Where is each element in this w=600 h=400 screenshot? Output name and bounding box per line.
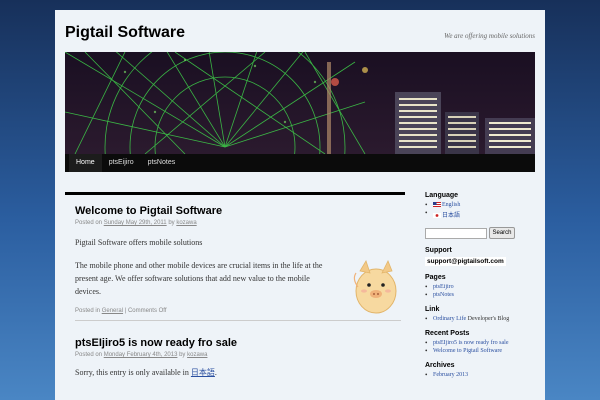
pages-item[interactable]: ptsEijiro xyxy=(425,283,540,291)
widget-title: Recent Posts xyxy=(425,330,470,337)
link-note: Developer's Blog xyxy=(467,316,510,322)
page-container: Pigtail Software We are offering mobile … xyxy=(55,10,545,400)
link-widget: Link Ordinary Life Developer's Blog xyxy=(425,306,540,323)
support-widget: Support support@pigtailsoft.com xyxy=(425,247,540,266)
posted-on-label: Posted on xyxy=(75,352,103,358)
language-item-english[interactable]: English xyxy=(425,201,540,209)
archive-link[interactable]: February 2013 xyxy=(433,372,468,378)
post-body: Sorry, this entry is only available in 日… xyxy=(75,366,330,379)
blog-link[interactable]: Ordinary Life xyxy=(433,316,466,322)
comments-status: Comments Off xyxy=(127,308,167,314)
language-link[interactable]: 日本語 xyxy=(442,213,460,219)
pig-mascot-image xyxy=(350,257,400,322)
post-title[interactable]: Welcome to Pigtail Software xyxy=(75,205,405,217)
post-meta: Posted on Monday February 4th, 2013 by k… xyxy=(75,352,405,358)
by-label: by xyxy=(168,220,175,226)
japanese-link[interactable]: 日本語 xyxy=(191,368,215,377)
post-date-link[interactable]: Sunday May 29th, 2011 xyxy=(104,220,167,226)
search-input[interactable] xyxy=(425,227,487,239)
by-label: by xyxy=(179,352,186,358)
main-navigation: Home ptsEijiro ptsNotes xyxy=(65,154,535,172)
recent-post-item[interactable]: Welcome to Pigtail Software xyxy=(425,347,540,355)
link-item[interactable]: Ordinary Life Developer's Blog xyxy=(425,315,540,323)
nav-item-home[interactable]: Home xyxy=(69,154,102,172)
post-author-link[interactable]: kozawa xyxy=(176,220,196,226)
post-date-link[interactable]: Monday February 4th, 2013 xyxy=(104,352,178,358)
posted-on-label: Posted on xyxy=(75,220,103,226)
japan-flag-icon xyxy=(433,213,441,219)
archive-item[interactable]: February 2013 xyxy=(425,371,540,379)
language-widget: Language English 日本語 xyxy=(425,192,540,219)
post-meta: Posted on Sunday May 29th, 2011 by kozaw… xyxy=(75,220,405,226)
post-title[interactable]: ptsEIjiro5 is now ready fro sale xyxy=(75,337,405,349)
nav-item-ptseijiro[interactable]: ptsEijiro xyxy=(102,154,141,172)
post-paragraph: Pigtail Software offers mobile solutions xyxy=(75,238,203,247)
sidebar: Language English 日本語 Search Support supp… xyxy=(425,192,540,386)
pages-widget: Pages ptsEijiro ptsNotes xyxy=(425,274,540,299)
post-welcome: Welcome to Pigtail Software Posted on Su… xyxy=(65,205,405,321)
language-item-japanese[interactable]: 日本語 xyxy=(425,209,540,219)
page-link-ptseijiro[interactable]: ptsEijiro xyxy=(433,284,454,290)
recent-posts-widget: Recent Posts ptsEIjiro5 is now ready fro… xyxy=(425,330,540,355)
category-link[interactable]: General xyxy=(102,308,123,314)
site-title[interactable]: Pigtail Software xyxy=(65,24,185,42)
search-button[interactable]: Search xyxy=(489,227,515,239)
post-body: Pigtail Software offers mobile solutions… xyxy=(75,236,330,298)
page-link-ptsnotes[interactable]: ptsNotes xyxy=(433,292,454,298)
support-email-image: support@pigtailsoft.com xyxy=(425,257,506,266)
posted-in-label: Posted in xyxy=(75,308,101,314)
nav-item-ptsnotes[interactable]: ptsNotes xyxy=(141,154,183,172)
archives-widget: Archives February 2013 xyxy=(425,362,540,379)
us-flag-icon xyxy=(433,202,441,208)
recent-post-link[interactable]: Welcome to Pigtail Software xyxy=(433,348,502,354)
main-content: Welcome to Pigtail Software Posted on Su… xyxy=(65,192,405,379)
post-text: Sorry, this entry is only available in xyxy=(75,368,189,377)
search-form: Search xyxy=(425,227,540,239)
footer-separator: | xyxy=(124,308,127,314)
widget-title: Pages xyxy=(425,274,446,281)
recent-post-link[interactable]: ptsEIjiro5 is now ready fro sale xyxy=(433,340,508,346)
recent-post-item[interactable]: ptsEIjiro5 is now ready fro sale xyxy=(425,339,540,347)
widget-title: Language xyxy=(425,192,459,199)
language-link[interactable]: English xyxy=(442,202,460,208)
widget-title: Support xyxy=(425,247,452,254)
widget-title: Link xyxy=(425,306,440,313)
widget-title: Archives xyxy=(425,362,455,369)
post-paragraph: The mobile phone and other mobile device… xyxy=(75,261,323,296)
post-text-suffix: . xyxy=(214,368,217,377)
header-banner-image xyxy=(65,52,535,154)
site-description: We are offering mobile solutions xyxy=(444,32,535,40)
post-ptseijiro5: ptsEIjiro5 is now ready fro sale Posted … xyxy=(65,337,405,379)
post-author-link[interactable]: kozawa xyxy=(187,352,207,358)
pages-item[interactable]: ptsNotes xyxy=(425,291,540,299)
